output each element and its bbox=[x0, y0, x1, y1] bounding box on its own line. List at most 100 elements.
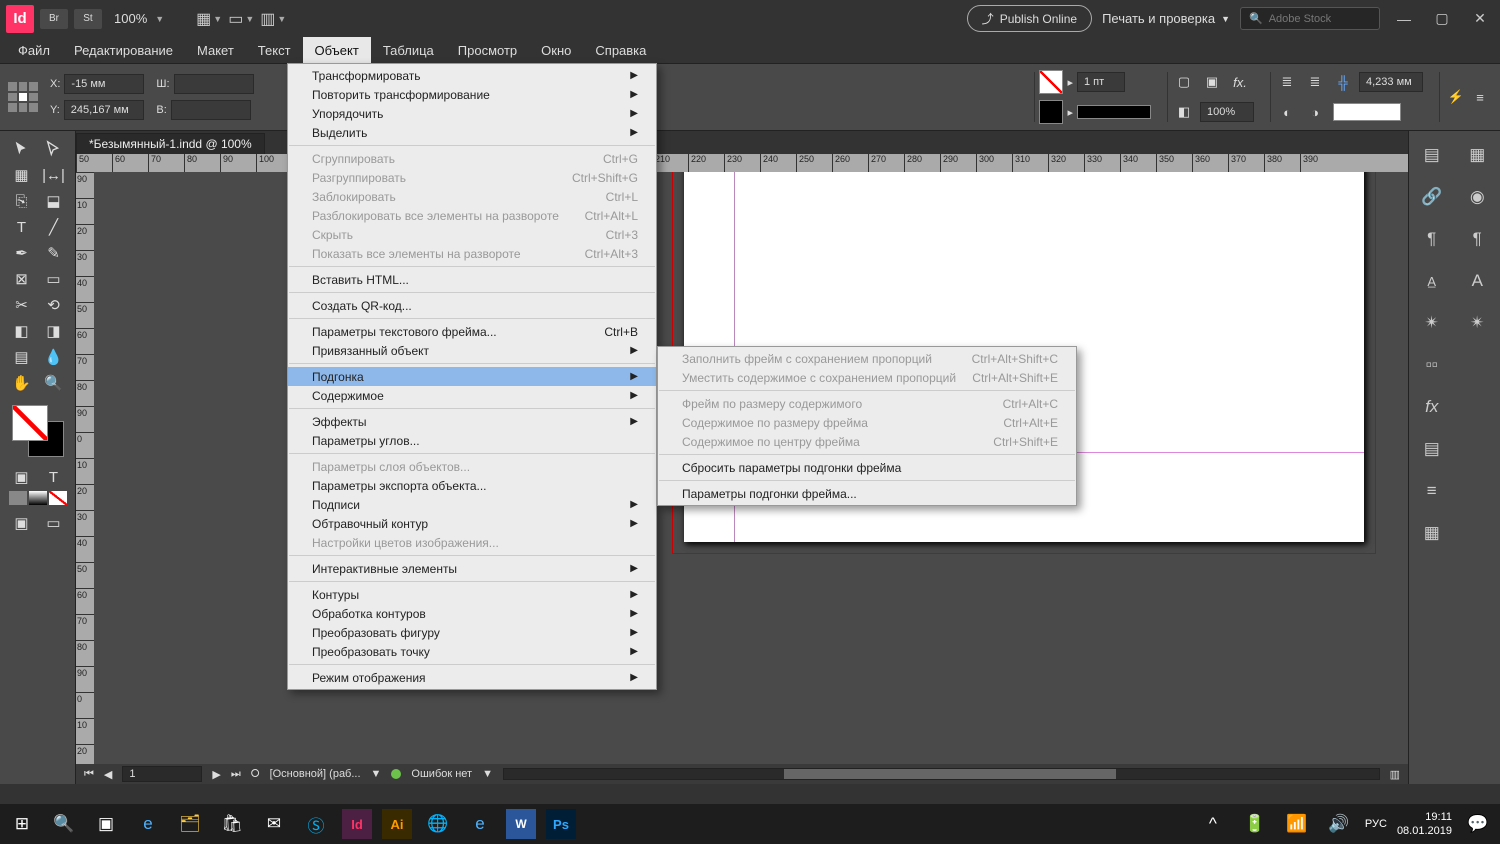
pen-tool[interactable]: ✒ bbox=[7, 241, 37, 265]
preflight-status[interactable]: Ошибок нет bbox=[411, 768, 472, 780]
store-icon[interactable]: 🛍 bbox=[216, 808, 248, 840]
menu-item[interactable]: Режим отображения▶ bbox=[288, 668, 656, 687]
menu-Макет[interactable]: Макет bbox=[185, 37, 246, 63]
search-button[interactable]: 🔍 bbox=[48, 808, 80, 840]
menu-item[interactable]: Упорядочить▶ bbox=[288, 104, 656, 123]
effects-icon[interactable]: ▢ bbox=[1172, 70, 1196, 94]
last-page-button[interactable]: ⏭ bbox=[231, 768, 241, 781]
menu-item[interactable]: Сбросить параметры подгонки фрейма bbox=[658, 458, 1076, 477]
character-styles-icon[interactable]: A̲ bbox=[1420, 269, 1444, 293]
volume-icon[interactable]: 🔊 bbox=[1323, 808, 1355, 840]
horizontal-scrollbar[interactable] bbox=[503, 768, 1380, 780]
skype-icon[interactable]: Ⓢ bbox=[300, 808, 332, 840]
stroke-weight-input[interactable] bbox=[1077, 72, 1125, 92]
hand-tool[interactable]: ✋ bbox=[7, 371, 37, 395]
format-fill-icon[interactable]: ▣ bbox=[7, 465, 37, 489]
word-icon[interactable]: W bbox=[506, 809, 536, 839]
chrome-icon[interactable]: 🌐 bbox=[422, 808, 454, 840]
text-wrap-icon[interactable]: ≣ bbox=[1275, 70, 1299, 94]
swatches-panel-icon[interactable]: ▦ bbox=[1420, 521, 1444, 545]
view-mode-preview[interactable]: ▭ bbox=[39, 511, 69, 535]
drop-shadow-icon[interactable]: ▣ bbox=[1200, 70, 1224, 94]
rect-tool[interactable]: ▭ bbox=[39, 267, 69, 291]
edge-icon[interactable]: e bbox=[132, 808, 164, 840]
gap-tool[interactable]: |↔| bbox=[39, 163, 69, 187]
apply-color-icon[interactable] bbox=[9, 491, 27, 505]
start-button[interactable]: ⊞ bbox=[6, 808, 38, 840]
menu-item[interactable]: Интерактивные элементы▶ bbox=[288, 559, 656, 578]
tray-chevron-icon[interactable]: ^ bbox=[1197, 808, 1229, 840]
fill-swatch[interactable] bbox=[1039, 70, 1063, 94]
split-view-button[interactable]: ▥ bbox=[1390, 768, 1400, 781]
zoom-tool[interactable]: 🔍 bbox=[39, 371, 69, 395]
content-placer-tool[interactable]: ⬓ bbox=[39, 189, 69, 213]
language-indicator[interactable]: РУС bbox=[1365, 818, 1387, 830]
next-page-button[interactable]: ▶ bbox=[212, 768, 220, 781]
note-tool[interactable]: ▤ bbox=[7, 345, 37, 369]
close-button[interactable]: ✕ bbox=[1466, 10, 1494, 28]
menu-item[interactable]: Эффекты▶ bbox=[288, 412, 656, 431]
rect-frame-tool[interactable]: ⊠ bbox=[7, 267, 37, 291]
links-icon[interactable]: 🔗 bbox=[1420, 185, 1444, 209]
bridge-icon[interactable]: Br bbox=[40, 9, 68, 29]
pages-panel-icon[interactable]: ▫▫ bbox=[1420, 353, 1444, 377]
text-wrap3-icon[interactable]: ╬ bbox=[1331, 70, 1355, 94]
cc-libraries-icon[interactable]: ▤ bbox=[1420, 143, 1444, 167]
page-tool[interactable]: ▦ bbox=[7, 163, 37, 187]
wifi-icon[interactable]: 📶 bbox=[1281, 808, 1313, 840]
opacity-icon[interactable]: ◧ bbox=[1172, 100, 1196, 124]
pencil-tool[interactable]: ✎ bbox=[39, 241, 69, 265]
view-options-icon[interactable]: ▦ bbox=[196, 9, 211, 29]
stroke-swatch[interactable] bbox=[1039, 100, 1063, 124]
page-input[interactable] bbox=[122, 766, 202, 782]
mail-icon[interactable]: ✉ bbox=[258, 808, 290, 840]
direct-selection-tool[interactable] bbox=[39, 137, 69, 161]
zoom-dropdown[interactable]: 100% bbox=[108, 11, 153, 26]
photoshop-taskbar-icon[interactable]: Ps bbox=[546, 809, 576, 839]
menu-item[interactable]: Подгонка▶ bbox=[288, 367, 656, 386]
menu-item[interactable]: Параметры подгонки фрейма... bbox=[658, 484, 1076, 503]
reference-point-grid[interactable] bbox=[8, 82, 38, 112]
fx-icon[interactable]: fx. bbox=[1228, 70, 1252, 94]
apply-none-icon[interactable] bbox=[49, 491, 67, 505]
view-mode-normal[interactable]: ▣ bbox=[7, 511, 37, 535]
w-input[interactable] bbox=[174, 74, 254, 94]
gradient-feather-tool[interactable]: ◨ bbox=[39, 319, 69, 343]
battery-icon[interactable]: 🔋 bbox=[1239, 808, 1271, 840]
align-icon[interactable]: ◐ bbox=[1275, 100, 1299, 124]
gap-input[interactable] bbox=[1359, 72, 1423, 92]
panel2-icon[interactable]: ▦ bbox=[1465, 143, 1489, 167]
menu-Редактирование[interactable]: Редактирование bbox=[62, 37, 185, 63]
gradient-swatch-tool[interactable]: ◧ bbox=[7, 319, 37, 343]
menu-item[interactable]: Обтравочный контур▶ bbox=[288, 514, 656, 533]
menu-item[interactable]: Параметры экспорта объекта... bbox=[288, 476, 656, 495]
quick-apply-icon[interactable]: ⚡ bbox=[1444, 85, 1468, 109]
type-tool[interactable]: T bbox=[7, 215, 37, 239]
menu-item[interactable]: Содержимое▶ bbox=[288, 386, 656, 405]
menu-item[interactable]: Выделить▶ bbox=[288, 123, 656, 142]
indesign-taskbar-icon[interactable]: Id bbox=[342, 809, 372, 839]
menu-Таблица[interactable]: Таблица bbox=[371, 37, 446, 63]
x-input[interactable] bbox=[64, 74, 144, 94]
menu-item[interactable]: Создать QR-код... bbox=[288, 296, 656, 315]
publish-online-button[interactable]: ⤴ Publish Online bbox=[967, 5, 1092, 32]
task-view-button[interactable]: ▣ bbox=[90, 808, 122, 840]
stock-search-input[interactable]: 🔍 Adobe Stock bbox=[1240, 7, 1380, 30]
menu-item[interactable]: Повторить трансформирование▶ bbox=[288, 85, 656, 104]
clock[interactable]: 19:11 08.01.2019 bbox=[1397, 810, 1452, 838]
menu-Файл[interactable]: Файл bbox=[6, 37, 62, 63]
open-icon[interactable]: ⭘ bbox=[251, 768, 260, 781]
notifications-icon[interactable]: 💬 bbox=[1462, 808, 1494, 840]
menu-item[interactable]: Контуры▶ bbox=[288, 585, 656, 604]
menu-item[interactable]: Параметры углов... bbox=[288, 431, 656, 450]
menu-Справка[interactable]: Справка bbox=[583, 37, 658, 63]
selection-tool[interactable] bbox=[7, 137, 37, 161]
profile-label[interactable]: [Основной] (раб... bbox=[270, 768, 361, 780]
minimize-button[interactable]: — bbox=[1390, 10, 1418, 28]
scissors-tool[interactable]: ✂ bbox=[7, 293, 37, 317]
menu-Текст[interactable]: Текст bbox=[246, 37, 303, 63]
illustrator-taskbar-icon[interactable]: Ai bbox=[382, 809, 412, 839]
menu-item[interactable]: Трансформировать▶ bbox=[288, 66, 656, 85]
menu-item[interactable]: Вставить HTML... bbox=[288, 270, 656, 289]
object-styles-icon[interactable]: ✴ bbox=[1420, 311, 1444, 335]
